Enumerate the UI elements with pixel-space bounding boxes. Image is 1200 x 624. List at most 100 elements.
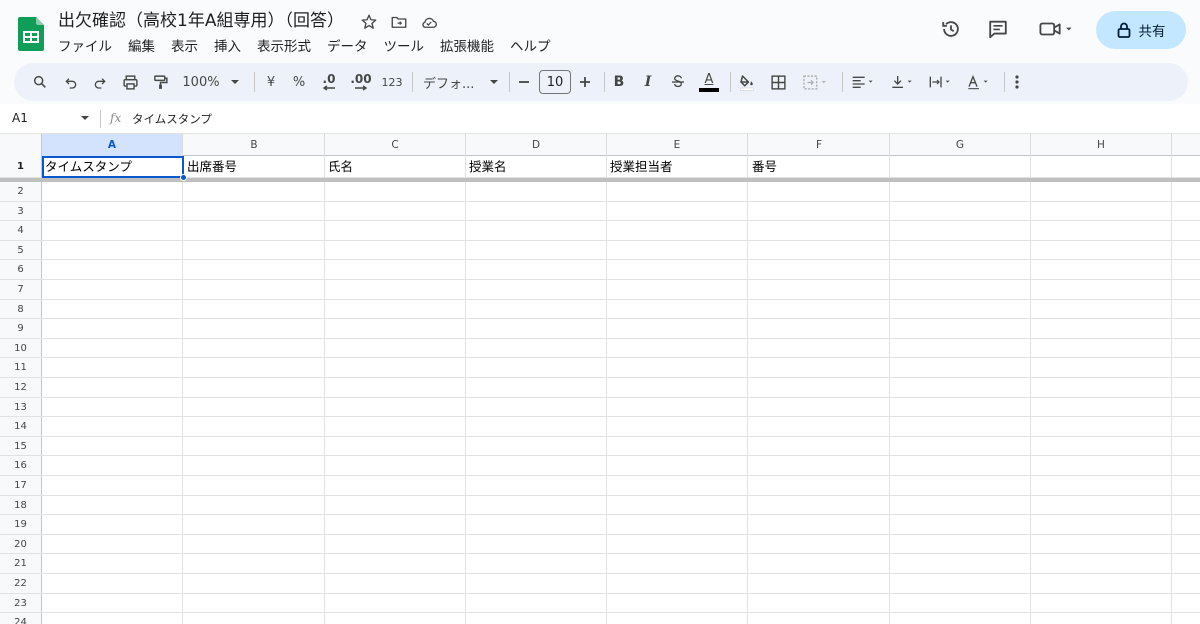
row-header[interactable]: 4 <box>0 221 42 240</box>
grid-cell[interactable] <box>466 476 607 495</box>
grid-cell[interactable] <box>42 515 183 534</box>
grid-cell[interactable] <box>42 240 183 260</box>
grid-cell[interactable] <box>749 260 890 279</box>
row-header[interactable]: 16 <box>0 456 42 475</box>
format-percent-button[interactable]: % <box>289 70 309 94</box>
grid-cell[interactable] <box>325 593 466 613</box>
search-menus-icon[interactable] <box>28 70 52 94</box>
grid-cell[interactable] <box>42 201 183 221</box>
grid-cell[interactable] <box>466 378 607 397</box>
grid-cell[interactable] <box>890 338 1031 358</box>
zoom-select[interactable]: 100% <box>182 70 242 94</box>
grid-cell[interactable] <box>42 221 183 240</box>
menu-format[interactable]: 表示形式 <box>249 36 319 58</box>
grid-cell[interactable] <box>1031 476 1172 495</box>
grid-cell[interactable] <box>1031 319 1172 338</box>
menu-extensions[interactable]: 拡張機能 <box>432 36 502 58</box>
grid-cell[interactable] <box>42 299 183 319</box>
grid-cell[interactable] <box>890 456 1031 475</box>
grid-cell[interactable] <box>466 495 607 515</box>
grid-cell[interactable] <box>184 378 325 397</box>
decrease-font-size-icon[interactable] <box>514 70 534 94</box>
grid-cell[interactable] <box>890 397 1031 417</box>
grid-cell[interactable] <box>466 613 607 624</box>
column-header-c[interactable]: C <box>325 134 466 156</box>
text-color-button[interactable]: A <box>697 70 721 94</box>
grid-cell[interactable] <box>325 495 466 515</box>
paint-format-icon[interactable] <box>148 70 172 94</box>
sheets-logo-icon[interactable] <box>18 17 44 51</box>
grid-cell[interactable] <box>42 358 183 377</box>
row-header[interactable]: 23 <box>0 593 42 613</box>
grid-cell[interactable] <box>466 456 607 475</box>
grid-cell[interactable] <box>890 358 1031 377</box>
vertical-align-icon[interactable] <box>886 70 920 94</box>
row-header[interactable]: 12 <box>0 378 42 397</box>
row-header[interactable]: 21 <box>0 554 42 573</box>
grid-cell[interactable] <box>607 495 748 515</box>
number-format-button[interactable]: 123 <box>380 70 404 94</box>
column-header-b[interactable]: B <box>184 134 325 156</box>
grid-cell[interactable] <box>466 515 607 534</box>
grid-cell[interactable] <box>42 397 183 417</box>
grid-cell[interactable] <box>1031 534 1172 554</box>
grid-cell[interactable] <box>607 338 748 358</box>
grid-cell[interactable] <box>749 574 890 593</box>
grid-cell[interactable] <box>749 554 890 573</box>
row-header[interactable]: 19 <box>0 515 42 534</box>
grid-cell[interactable] <box>890 417 1031 436</box>
grid-cell[interactable] <box>325 260 466 279</box>
grid-cell[interactable] <box>890 378 1031 397</box>
grid-cell[interactable] <box>607 554 748 573</box>
grid-cell[interactable] <box>466 574 607 593</box>
grid-cell[interactable] <box>1031 397 1172 417</box>
grid-cell[interactable] <box>184 397 325 417</box>
grid-cell[interactable] <box>466 299 607 319</box>
grid-cell[interactable] <box>325 417 466 436</box>
grid-cell[interactable] <box>42 319 183 338</box>
grid-cell[interactable] <box>42 495 183 515</box>
row-header[interactable]: 20 <box>0 534 42 554</box>
grid-cell[interactable] <box>890 201 1031 221</box>
grid-cell[interactable] <box>325 397 466 417</box>
grid-cell[interactable] <box>184 495 325 515</box>
grid-cell[interactable] <box>890 613 1031 624</box>
row-header[interactable]: 14 <box>0 417 42 436</box>
grid-cell[interactable] <box>184 201 325 221</box>
grid-cell[interactable] <box>184 260 325 279</box>
column-header-f[interactable]: F <box>749 134 890 156</box>
merge-cells-icon[interactable] <box>798 70 834 94</box>
grid-cell[interactable] <box>749 338 890 358</box>
row-header[interactable]: 13 <box>0 397 42 417</box>
grid-cell[interactable] <box>607 378 748 397</box>
grid-cell[interactable] <box>1031 182 1172 201</box>
cloud-saved-icon[interactable] <box>419 12 439 32</box>
grid-cell[interactable] <box>1031 554 1172 573</box>
row-header[interactable]: 15 <box>0 436 42 456</box>
grid-cell[interactable] <box>749 378 890 397</box>
grid-cell[interactable] <box>749 221 890 240</box>
more-vert-icon[interactable] <box>1009 70 1025 94</box>
fill-handle[interactable] <box>180 174 187 181</box>
version-history-icon[interactable] <box>938 16 964 42</box>
grid-cell[interactable] <box>184 417 325 436</box>
grid-cell[interactable] <box>1031 299 1172 319</box>
name-box[interactable]: A1 <box>12 111 28 125</box>
header-cell[interactable] <box>1031 156 1172 177</box>
text-rotation-icon[interactable] <box>962 70 996 94</box>
grid-cell[interactable] <box>325 182 466 201</box>
grid-cell[interactable] <box>466 280 607 299</box>
grid-cell[interactable] <box>184 436 325 456</box>
grid-cell[interactable] <box>749 456 890 475</box>
grid-cell[interactable] <box>890 182 1031 201</box>
grid-cell[interactable] <box>607 574 748 593</box>
grid-cell[interactable] <box>890 221 1031 240</box>
grid-cell[interactable] <box>325 319 466 338</box>
grid-cell[interactable] <box>1031 574 1172 593</box>
grid-cell[interactable] <box>607 417 748 436</box>
share-button[interactable]: 共有 <box>1096 11 1186 49</box>
column-header-a[interactable]: A <box>42 134 183 156</box>
grid-cell[interactable] <box>890 319 1031 338</box>
grid-cell[interactable] <box>184 593 325 613</box>
print-icon[interactable] <box>118 70 142 94</box>
